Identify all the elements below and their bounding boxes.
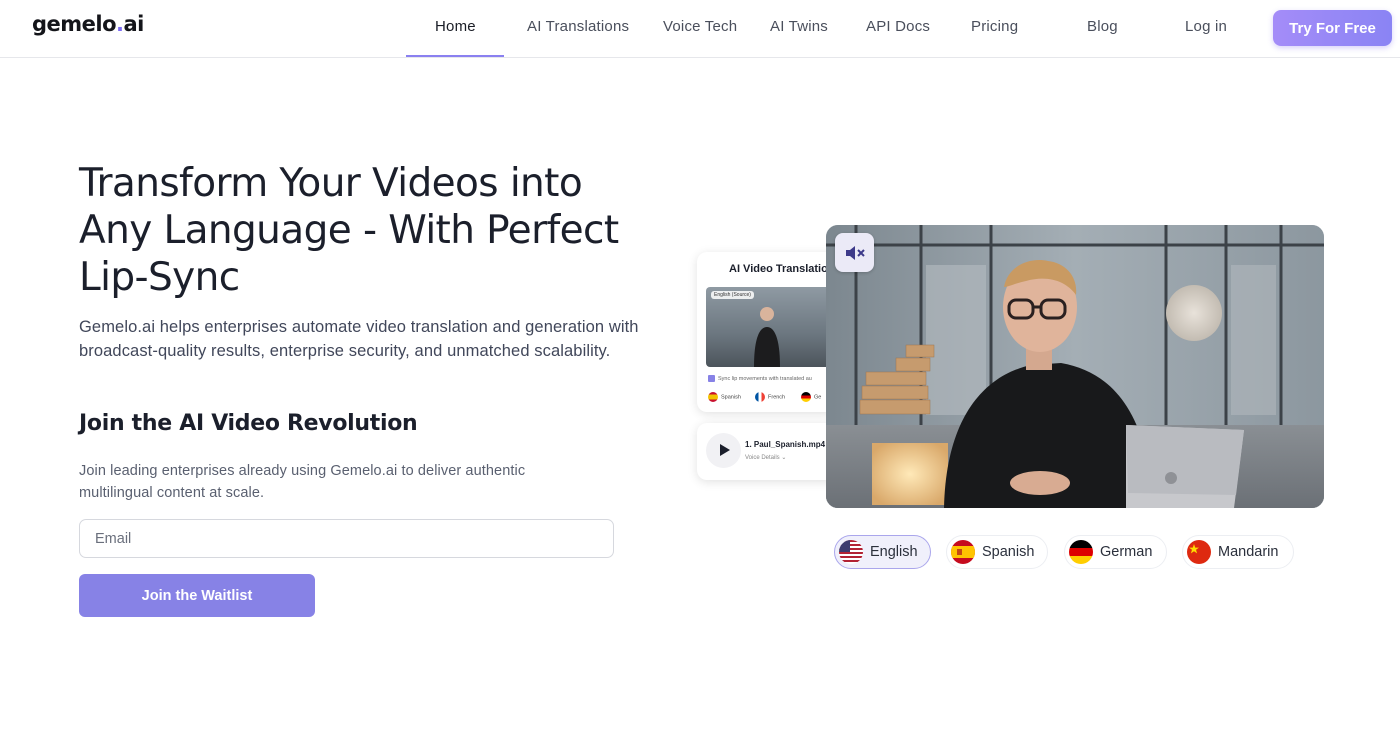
nav-pricing[interactable]: Pricing	[971, 18, 1018, 35]
translated-file-card: 1. Paul_Spanish.mp4 Voice Details ⌄	[697, 423, 837, 480]
mini-chip-label: French	[768, 394, 786, 401]
lip-sync-checkbox[interactable]: Sync lip movements with translated au	[708, 375, 812, 382]
language-chip-spanish[interactable]: Spanish	[946, 535, 1048, 569]
try-for-free-button[interactable]: Try For Free	[1273, 10, 1392, 46]
chevron-down-icon: ⌄	[781, 455, 787, 461]
file-name: 1. Paul_Spanish.mp4	[745, 440, 826, 449]
source-language-tag: English (Source)	[711, 291, 754, 299]
language-chip-mandarin[interactable]: Mandarin	[1182, 535, 1294, 569]
mini-chip-label: Ge	[814, 394, 822, 401]
nav-log-in[interactable]: Log in	[1185, 18, 1227, 35]
gemelo-logo[interactable]: gemelo.ai	[32, 12, 144, 36]
language-chip-label: English	[870, 544, 918, 560]
join-section-title: Join the AI Video Revolution	[79, 411, 418, 436]
voice-details-label: Voice Details	[745, 455, 780, 461]
language-chip-english[interactable]: English	[834, 535, 931, 569]
language-chip-label: Spanish	[982, 544, 1035, 560]
nav-home[interactable]: Home	[435, 18, 476, 35]
join-section-description: Join leading enterprises already using G…	[79, 463, 526, 501]
hero-description: Gemelo.ai helps enterprises automate vid…	[79, 318, 639, 360]
nav-api-docs[interactable]: API Docs	[866, 18, 930, 35]
germany-flag-icon	[801, 392, 811, 402]
germany-flag-icon	[1069, 540, 1093, 564]
logo-suffix: ai	[123, 12, 145, 36]
hero-title: Transform Your Videos into Any Language …	[79, 161, 619, 300]
spain-flag-icon	[951, 540, 975, 564]
join-waitlist-button[interactable]: Join the Waitlist	[79, 574, 315, 617]
language-chip-label: German	[1100, 544, 1153, 560]
nav-ai-translations[interactable]: AI Translations	[527, 18, 629, 35]
email-input[interactable]	[79, 519, 614, 558]
us-flag-icon	[839, 540, 863, 564]
active-nav-indicator	[406, 55, 504, 57]
mini-chip-french[interactable]: French	[755, 392, 785, 402]
voice-details-toggle[interactable]: Voice Details ⌄	[745, 454, 786, 461]
china-flag-icon	[1187, 540, 1211, 564]
lip-sync-label: Sync lip movements with translated au	[718, 375, 812, 382]
language-chip-german[interactable]: German	[1064, 535, 1167, 569]
language-chip-label: Mandarin	[1218, 544, 1279, 560]
translation-preview-card: AI Video Translatio English (Source) Syn…	[697, 252, 837, 412]
speaker-muted-icon	[845, 245, 865, 260]
mini-chip-spanish[interactable]: Spanish	[708, 392, 741, 402]
preview-card-title: AI Video Translatio	[729, 263, 828, 275]
play-icon[interactable]	[706, 433, 741, 468]
spain-flag-icon	[708, 392, 718, 402]
logo-text: gemelo	[32, 12, 117, 36]
nav-blog[interactable]: Blog	[1087, 18, 1118, 35]
preview-video-thumbnail: English (Source)	[706, 287, 831, 367]
top-navbar: gemelo.ai Home AI Translations Voice Tec…	[0, 0, 1400, 58]
presenter-thumbnail-figure	[754, 307, 780, 367]
logo-dot: .	[116, 12, 124, 36]
nav-ai-twins[interactable]: AI Twins	[770, 18, 828, 35]
video-frame-presenter	[826, 225, 1324, 508]
checkbox-checked-icon	[708, 375, 715, 382]
nav-voice-tech[interactable]: Voice Tech	[663, 18, 737, 35]
mini-chip-german[interactable]: Ge	[801, 392, 821, 402]
main-video-player[interactable]	[826, 225, 1324, 508]
mini-chip-label: Spanish	[721, 394, 741, 401]
france-flag-icon	[755, 392, 765, 402]
mute-toggle-button[interactable]	[835, 233, 874, 272]
